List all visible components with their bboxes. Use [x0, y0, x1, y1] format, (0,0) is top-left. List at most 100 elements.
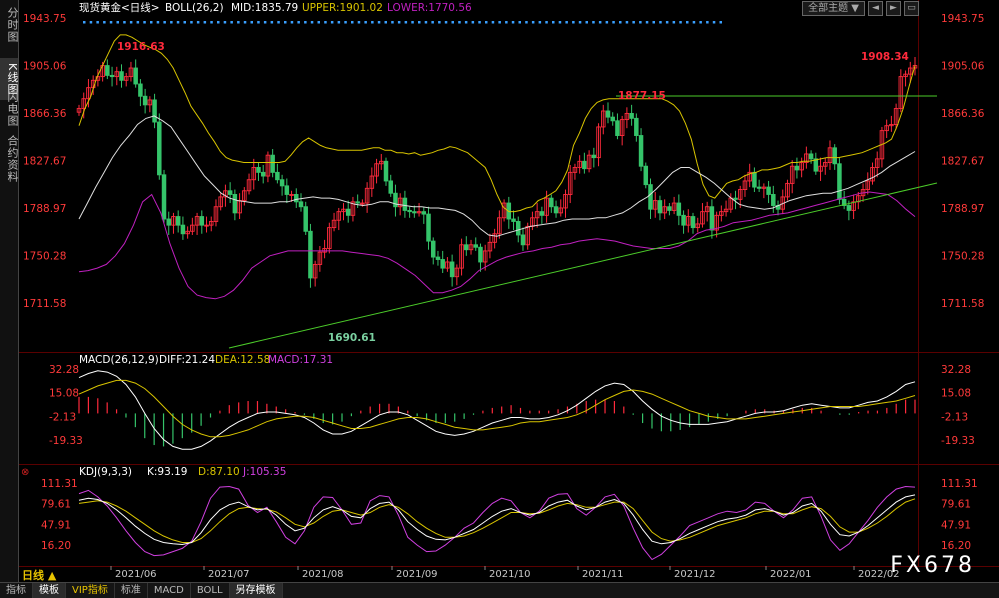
candlestick-series — [76, 56, 918, 288]
tab-time-share[interactable]: 分时图 — [0, 4, 19, 46]
annotation-high-nov: 1877.15 — [618, 90, 666, 102]
signal-dot — [364, 21, 367, 24]
candle-body — [690, 216, 696, 229]
signal-dot — [297, 21, 300, 24]
macd-lines — [78, 370, 916, 450]
boll-mid-line — [78, 115, 916, 237]
signal-dot — [585, 21, 588, 24]
signal-dot — [284, 21, 287, 24]
macd-title: MACD(26,12,9) — [79, 354, 159, 366]
signal-dot — [143, 21, 146, 24]
tab-macd[interactable]: MACD — [148, 583, 191, 598]
signal-dot — [237, 21, 240, 24]
candle-body — [771, 194, 776, 206]
kdj-k-legend: K:93.19 — [147, 466, 187, 478]
macd-y-tick-left: -2.13 — [49, 411, 76, 423]
macd-y-tick-right: -19.33 — [941, 435, 975, 447]
kdj-d-line — [78, 498, 916, 543]
boll-mid-legend: MID:1835.79 — [231, 2, 298, 14]
main-y-axis-right: 1943.75 1905.06 1866.36 1827.67 1788.97 1750.… — [941, 13, 985, 310]
signal-dot — [538, 21, 542, 24]
maximize-icon[interactable]: ▭ — [904, 1, 919, 16]
tab-flash-chart[interactable]: 闪电图 — [0, 88, 19, 130]
theme-selector-label: 全部主题 — [808, 3, 849, 14]
macd-diff-line — [78, 370, 916, 450]
tab-indicator[interactable]: 指标 — [0, 583, 33, 598]
tab-standard[interactable]: 标准 — [115, 583, 148, 598]
signal-dot — [176, 21, 180, 24]
candle-body — [157, 121, 162, 176]
trend-lines — [228, 95, 938, 349]
signal-dot — [424, 21, 428, 24]
kdj-settings-icon[interactable]: ⊗ — [21, 467, 29, 478]
watermark-logo: FX678 — [890, 553, 975, 578]
annotation-low-aug: 1690.61 — [328, 332, 376, 344]
y-tick-right: 1905.06 — [941, 60, 985, 72]
prev-icon[interactable]: ◄ — [868, 1, 883, 16]
tab-save-template[interactable]: 另存模板 — [229, 583, 283, 598]
boll-lower-line — [78, 191, 916, 300]
tab-contract-info[interactable]: 合约资料 — [0, 132, 19, 186]
candle-body — [430, 240, 436, 258]
top-right-controls: 全部主题 ▼ ◄ ► ▭ — [802, 1, 919, 16]
tab-template[interactable]: 模板 — [33, 583, 66, 598]
x-tick-label: 2021/08 — [302, 569, 344, 580]
x-tick-label: 2021/11 — [582, 569, 624, 580]
signal-dot — [351, 21, 354, 24]
y-tick-right: 1750.28 — [941, 250, 984, 262]
macd-y-tick-left: 15.08 — [49, 388, 79, 400]
support-trendline — [228, 182, 938, 349]
signal-dot — [404, 21, 408, 24]
theme-selector[interactable]: 全部主题 ▼ — [802, 1, 865, 16]
y-tick-left: 1750.28 — [23, 250, 66, 262]
x-axis-dates: 2021/06 2021/07 2021/08 2021/09 2021/10 2021/… — [110, 566, 900, 580]
signal-dot — [230, 21, 233, 24]
signal-dot — [170, 21, 173, 24]
signal-dot — [270, 21, 274, 24]
candle-body — [284, 185, 290, 195]
signal-dot — [444, 21, 448, 24]
macd-dea-legend: DEA:12.58 — [215, 354, 270, 366]
kdj-y-tick-left: 16.20 — [41, 540, 71, 552]
signal-dot — [103, 21, 106, 24]
kdj-j-line — [78, 485, 916, 561]
signal-dot — [632, 21, 635, 24]
signal-dot — [89, 21, 93, 24]
candle-body — [279, 179, 285, 187]
signal-dot — [491, 21, 495, 24]
candle-body — [733, 197, 738, 200]
candle-body — [657, 200, 663, 214]
signal-dot — [217, 21, 220, 24]
kdj-y-tick-left: 47.91 — [41, 519, 71, 531]
y-tick-right: 1943.75 — [941, 13, 984, 25]
signal-dot — [397, 21, 401, 24]
candle-body — [846, 205, 852, 211]
signal-dot — [706, 21, 709, 24]
next-icon[interactable]: ► — [886, 1, 901, 16]
signal-dot — [391, 21, 394, 24]
signal-dot — [418, 21, 421, 24]
signal-dot — [719, 21, 722, 24]
period-selector[interactable]: 日线 ▲ — [22, 567, 56, 583]
signal-dot — [250, 21, 253, 24]
macd-macd-legend: MACD:17.31 — [268, 354, 333, 366]
candle-body — [388, 180, 393, 194]
signal-dot — [243, 21, 247, 24]
tab-vip-indicator[interactable]: VIP指标 — [66, 583, 115, 598]
signal-dot — [531, 21, 535, 24]
candle-body — [355, 201, 360, 204]
chart-canvas[interactable]: 现货黄金<日线> BOLL(26,2) MID:1835.79 UPPER:19… — [19, 0, 999, 582]
left-tab-bar: 分时图 K线图 闪电图 合约资料 — [0, 0, 19, 582]
candle-body — [511, 218, 516, 222]
y-tick-right: 1788.97 — [941, 203, 984, 215]
signal-dot — [431, 21, 434, 24]
signal-dot — [672, 21, 676, 24]
signal-dot — [411, 21, 414, 24]
tab-boll[interactable]: BOLL — [191, 583, 230, 598]
boll-lines — [78, 34, 916, 300]
candle-body — [539, 211, 545, 216]
signal-dot — [123, 21, 126, 24]
kdj-y-tick-right: 79.61 — [941, 499, 971, 511]
candle-body — [303, 206, 308, 232]
signal-dot — [263, 21, 267, 24]
